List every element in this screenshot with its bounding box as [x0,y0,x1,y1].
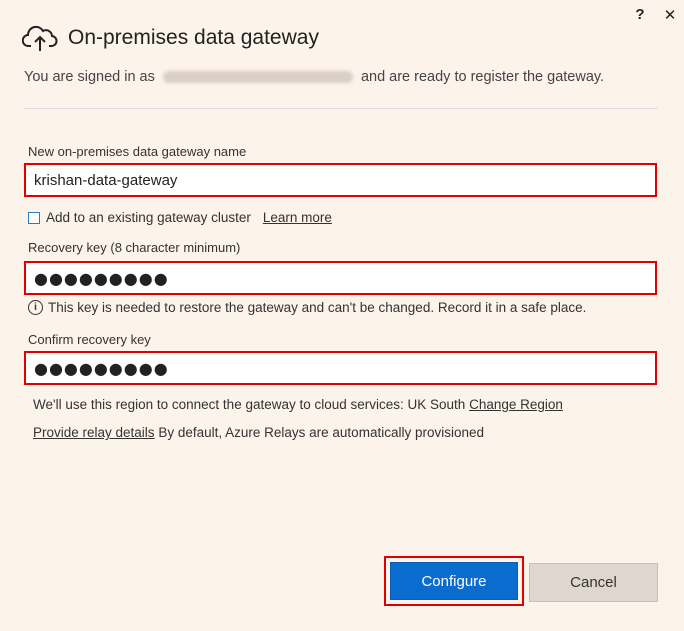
learn-more-link[interactable]: Learn more [263,210,332,225]
change-region-link[interactable]: Change Region [469,397,563,412]
cluster-label: Add to an existing gateway cluster [46,210,251,225]
divider [24,108,658,109]
dialog-header: On-premises data gateway [22,22,319,54]
region-text: We'll use this region to connect the gat… [33,397,466,412]
window-controls: ? ✕ [632,6,678,24]
recovery-key-field-wrapper [24,261,657,295]
gateway-name-label: New on-premises data gateway name [28,144,247,159]
relay-info: Provide relay details By default, Azure … [33,425,484,440]
help-button[interactable]: ? [632,6,648,24]
cancel-button[interactable]: Cancel [529,563,658,602]
relay-text: By default, Azure Relays are automatical… [158,425,484,440]
recovery-key-label: Recovery key (8 character minimum) [28,240,241,255]
recovery-info: i This key is needed to restore the gate… [28,300,586,315]
recovery-info-text: This key is needed to restore the gatewa… [48,300,587,315]
cluster-checkbox[interactable] [28,211,40,224]
signed-in-prefix: You are signed in as [24,69,155,85]
confirm-key-input[interactable] [26,353,655,383]
close-button[interactable]: ✕ [662,6,678,24]
region-info: We'll use this region to connect the gat… [33,397,563,412]
configure-button[interactable]: Configure [390,562,518,600]
configure-highlight: Configure [384,556,524,606]
signed-in-message: You are signed in as and are ready to re… [24,68,624,87]
cloud-upload-icon [22,22,58,54]
redacted-email [162,71,353,84]
gateway-name-field-wrapper [24,163,657,197]
page-title: On-premises data gateway [68,26,319,49]
signed-in-suffix: and are ready to register the gateway. [360,69,605,85]
relay-details-link[interactable]: Provide relay details [33,425,155,440]
recovery-key-input[interactable] [26,263,655,293]
confirm-key-label: Confirm recovery key [28,332,151,347]
confirm-key-field-wrapper [24,351,657,385]
cluster-row: Add to an existing gateway cluster Learn… [28,210,332,225]
gateway-name-input[interactable] [26,165,655,195]
info-icon: i [28,300,43,315]
